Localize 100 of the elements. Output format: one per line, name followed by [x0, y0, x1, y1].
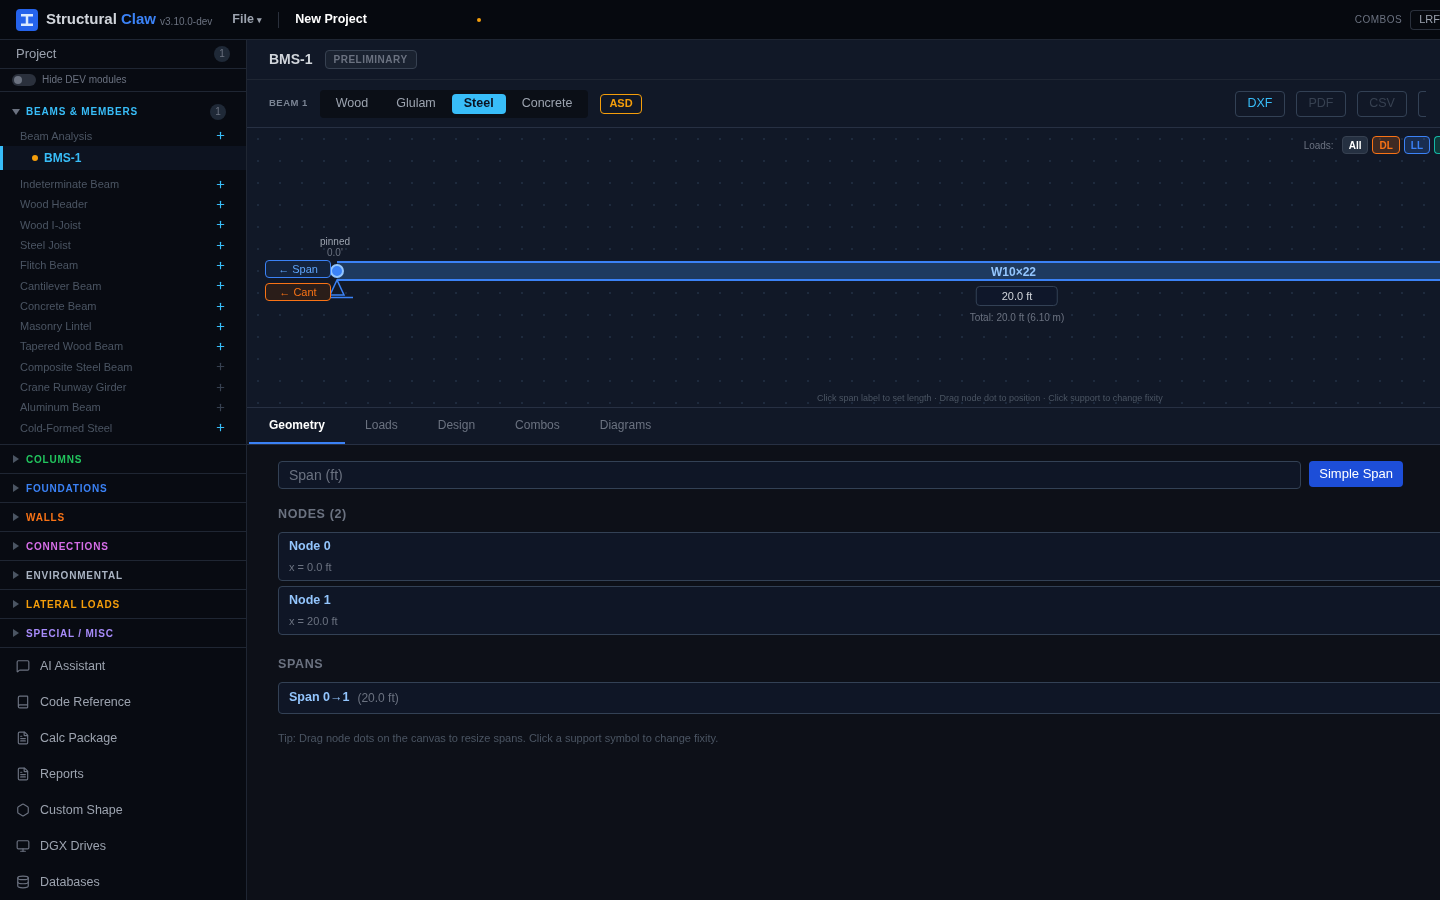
add-icon[interactable]: [215, 130, 226, 142]
caret-down-icon: [12, 107, 20, 116]
project-item[interactable]: BMS-1: [0, 146, 246, 171]
spans-heading: SPANS: [278, 655, 325, 673]
caret-right-icon: [12, 542, 20, 550]
add-icon[interactable]: [215, 300, 226, 312]
total-length: Total: 20.0 ft (6.10 m): [969, 311, 1065, 325]
span-name: Span 0→1: [289, 689, 350, 707]
section-title: LATERAL LOADS: [26, 597, 121, 612]
toggle-switch[interactable]: [12, 73, 36, 86]
material-tab[interactable]: Glulam: [384, 93, 448, 114]
file-menu[interactable]: File ▾: [232, 10, 263, 29]
document-icon: [16, 731, 30, 745]
section-header[interactable]: FOUNDATIONS: [0, 474, 246, 502]
add-icon[interactable]: [215, 320, 226, 332]
combos-label: COMBOS: [1354, 13, 1403, 27]
beam-label: BEAM 1: [269, 96, 308, 111]
design-method-badge[interactable]: ASD: [600, 93, 642, 114]
project-title: New Project: [295, 11, 367, 29]
add-icon[interactable]: [215, 422, 226, 434]
load-filter[interactable]: All: [1341, 136, 1369, 154]
load-filter[interactable]: LL: [1403, 136, 1430, 154]
tip-text: Tip: Drag node dots on the canvas to resize spans. Click a support symbol to change fixity.: [278, 730, 720, 746]
add-icon[interactable]: [215, 219, 226, 231]
simple-span-button[interactable]: Simple Span: [1309, 461, 1403, 487]
material-tab[interactable]: Steel: [451, 93, 506, 114]
support-position: 0.0': [327, 247, 343, 260]
section-header[interactable]: CONNECTIONS: [0, 532, 246, 560]
material-tab[interactable]: Concrete: [509, 93, 585, 114]
caret-right-icon: [12, 629, 20, 637]
section-header[interactable]: COLUMNS: [0, 445, 246, 473]
span-length-field[interactable]: 20.0 ft: [976, 286, 1058, 306]
load-filter[interactable]: [1434, 136, 1440, 154]
nav-item[interactable]: DGX Drives: [0, 828, 246, 864]
member-title: BMS-1: [269, 50, 313, 69]
add-cantilever-button[interactable]: ← Cant: [265, 283, 331, 301]
section-header[interactable]: WALLS: [0, 503, 246, 531]
add-icon[interactable]: [215, 199, 226, 211]
node-card[interactable]: Node 1 x = 20.0 ft: [278, 585, 1440, 635]
nav-item[interactable]: Code Reference: [0, 684, 246, 720]
combos-select[interactable]: LRF: [1410, 9, 1440, 30]
app-version: v3.10.0-dev: [160, 15, 213, 29]
database-icon: [16, 875, 30, 889]
section-header[interactable]: LATERAL LOADS: [0, 590, 246, 618]
caret-right-icon: [12, 571, 20, 579]
status-badge: PRELIMINARY: [324, 50, 417, 69]
section-title: CONNECTIONS: [26, 539, 110, 554]
span-length: (20.0 ft): [357, 689, 399, 707]
section-title: SPECIAL / MISC: [26, 626, 115, 641]
nav-item[interactable]: Reports: [0, 756, 246, 792]
chat-icon: [16, 659, 30, 673]
book-icon: [16, 695, 30, 709]
hexagon-icon: [16, 803, 30, 817]
export-button[interactable]: DXF: [1235, 90, 1285, 117]
panel-tab[interactable]: Diagrams: [579, 408, 672, 444]
add-icon[interactable]: [215, 178, 226, 190]
caret-right-icon: [12, 513, 20, 521]
add-icon[interactable]: [215, 280, 226, 292]
caret-right-icon: [12, 484, 20, 492]
panel-tab[interactable]: Combos: [495, 408, 580, 444]
add-icon[interactable]: [215, 239, 226, 251]
nav-item[interactable]: Custom Shape: [0, 792, 246, 828]
section-header[interactable]: SPECIAL / MISC: [0, 619, 246, 647]
add-icon[interactable]: [215, 259, 226, 271]
node-position: x = 20.0 ft: [289, 614, 339, 630]
node-name: Node 0: [289, 537, 332, 555]
toggle-label: Hide DEV modules: [42, 73, 127, 88]
section-header[interactable]: ENVIRONMENTAL: [0, 561, 246, 589]
section-title: COLUMNS: [26, 452, 84, 467]
nav-item[interactable]: AI Assistant: [0, 648, 246, 684]
panel-tab[interactable]: Design: [417, 408, 496, 444]
nav-item[interactable]: Databases: [0, 864, 246, 900]
node-card[interactable]: Node 0 x = 0.0 ft: [278, 531, 1440, 581]
nav-item[interactable]: Calc Package: [0, 720, 246, 756]
add-icon[interactable]: [215, 341, 226, 353]
node-position: x = 0.0 ft: [289, 560, 333, 576]
project-count: 1: [214, 45, 230, 62]
section-title: ENVIRONMENTAL: [26, 568, 124, 583]
span-card[interactable]: Span 0→1 (20.0 ft): [278, 681, 1440, 714]
span-input[interactable]: Span (ft): [278, 461, 1302, 489]
add-span-button[interactable]: ← Span: [265, 260, 331, 278]
section-count: 1: [210, 103, 226, 120]
section-title: FOUNDATIONS: [26, 481, 109, 496]
nodes-heading: NODES (2): [278, 506, 348, 523]
loads-label: Loads:: [1303, 138, 1334, 153]
caret-right-icon: [12, 455, 20, 463]
node-name: Node 1: [289, 591, 332, 609]
monitor-icon: [16, 839, 30, 853]
caret-right-icon: [12, 600, 20, 608]
project-item-label: BMS-1: [44, 150, 82, 168]
material-tab[interactable]: Wood: [323, 93, 381, 114]
support-type: pinned: [320, 235, 351, 249]
load-filter[interactable]: DL: [1372, 136, 1400, 154]
document-icon: [16, 767, 30, 781]
section-label: W10×22: [991, 264, 1037, 281]
project-label: Project: [16, 45, 57, 64]
section-title: BEAMS & MEMBERS: [26, 105, 139, 120]
section-header[interactable]: BEAMS & MEMBERS 1: [0, 97, 246, 126]
panel-tab[interactable]: Loads: [345, 408, 418, 444]
section-title: WALLS: [26, 510, 66, 525]
